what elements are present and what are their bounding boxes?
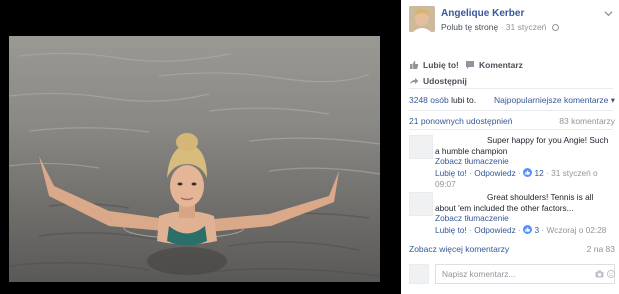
page-avatar[interactable] [409,6,435,32]
comment-button-label: Komentarz [479,60,523,70]
page-subline: Polub tę stronę · 31 styczeń [441,22,559,32]
like-icon [410,61,419,69]
chevron-down-icon[interactable] [604,9,613,18]
page-header: Angelique Kerber Polub tę stronę · 31 st… [409,6,619,34]
comment-item: Super happy for you Angie! Such a humble… [409,135,615,191]
commenter-avatar[interactable] [409,192,433,216]
comment-item: Great shoulders! Tennis is all about 'em… [409,192,615,240]
comment-meta: Lubię to! · Odpowiedz · 12 · 31 styczeń … [435,168,598,189]
reaction-count[interactable]: 12 [534,168,543,178]
emoji-icon[interactable] [607,270,615,278]
more-comments-row: Zobacz więcej komentarzy 2 na 83 [409,244,615,254]
post-side-panel: Angelique Kerber Polub tę stronę · 31 st… [401,0,619,294]
shares-summary: 21 ponownych udostępnień 83 komentarzy [409,116,615,126]
sort-comments-dropdown[interactable]: Najpopularniejsze komentarze ▾ [494,95,615,106]
comment-text: Super happy for you Angie! Such a humble… [435,135,609,156]
thumb-up-icon [523,225,533,234]
see-more-comments-link[interactable]: Zobacz więcej komentarzy [409,244,509,254]
reaction-count[interactable]: 3 [534,225,539,235]
see-translation-link[interactable]: Zobacz tłumaczenie [435,213,509,223]
comment-meta: Lubię to! · Odpowiedz · 3 · Wczoraj o 02… [435,225,607,235]
comment-time[interactable]: Wczoraj o 02:28 [546,225,606,235]
thumb-up-icon [523,168,533,177]
comment-icon [466,61,474,69]
comment-like-link[interactable]: Lubię to! [435,168,467,178]
viewer-avatar [409,264,429,284]
see-translation-link[interactable]: Zobacz tłumaczenie [435,156,509,166]
share-icon [410,78,419,84]
camera-icon[interactable] [595,270,604,278]
comment-composer [409,262,615,288]
comment-text: Great shoulders! Tennis is all about 'em… [435,192,594,213]
likes-summary: 3248 osób lubi to. Najpopularniejsze kom… [409,95,615,105]
post-date[interactable]: 31 styczeń [506,22,547,32]
share-button[interactable]: Udostępnij [409,76,467,86]
share-button-label: Udostępnij [423,76,467,86]
comment-page-count: 2 na 83 [586,244,615,254]
comments-total: 83 komentarzy [559,116,615,126]
comment-like-link[interactable]: Lubię to! [435,225,467,235]
page-name[interactable]: Angelique Kerber [441,8,524,19]
like-button-label: Lubię to! [423,60,459,70]
divider [409,88,613,89]
like-button[interactable]: Lubię to! [409,60,459,70]
post-photo[interactable] [9,36,380,282]
comment-input[interactable] [435,264,615,284]
divider [409,129,613,130]
shares-link[interactable]: 21 ponownych udostępnień [409,116,513,126]
photo-viewer [0,0,401,294]
likes-count[interactable]: 3248 osób [409,95,449,105]
globe-icon [551,24,559,32]
divider [409,110,613,111]
separator-dot: · [500,22,504,32]
photo-image [9,52,380,277]
comment-button[interactable]: Komentarz [465,60,523,70]
commenter-avatar[interactable] [409,135,433,159]
like-page-link[interactable]: Polub tę stronę [441,22,498,32]
comment-reply-link[interactable]: Odpowiedz [474,225,516,235]
comment-reply-link[interactable]: Odpowiedz [474,168,516,178]
likes-suffix: lubi to. [451,95,477,105]
